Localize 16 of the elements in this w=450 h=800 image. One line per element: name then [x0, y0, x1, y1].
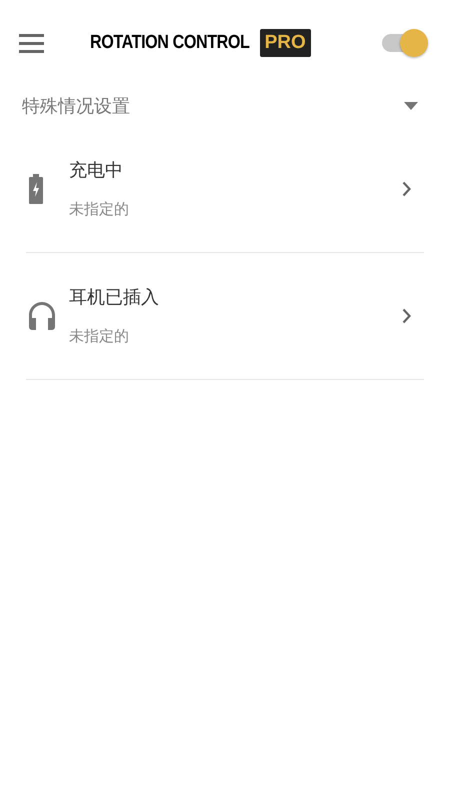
chevron-right-icon [402, 308, 412, 324]
item-title: 充电中 [69, 159, 124, 184]
settings-item[interactable]: 耳机已插入 未指定的 [26, 253, 424, 380]
chevron-right-icon [402, 181, 412, 197]
item-subtitle: 未指定的 [69, 199, 130, 220]
battery-charging-icon [29, 174, 43, 204]
dropdown-arrow-icon [404, 102, 418, 110]
item-title: 耳机已插入 [69, 286, 160, 310]
item-subtitle: 未指定的 [69, 326, 130, 348]
menu-icon[interactable] [19, 34, 44, 52]
app-logo-text: ROTATION CONTROL [90, 30, 250, 55]
pro-badge: PRO [260, 29, 311, 57]
headphones-icon [29, 302, 55, 330]
toggle-switch[interactable] [380, 27, 430, 59]
settings-item[interactable]: 充电中 未指定的 [26, 126, 424, 253]
section-header[interactable]: 特殊情况设置 [0, 86, 450, 126]
